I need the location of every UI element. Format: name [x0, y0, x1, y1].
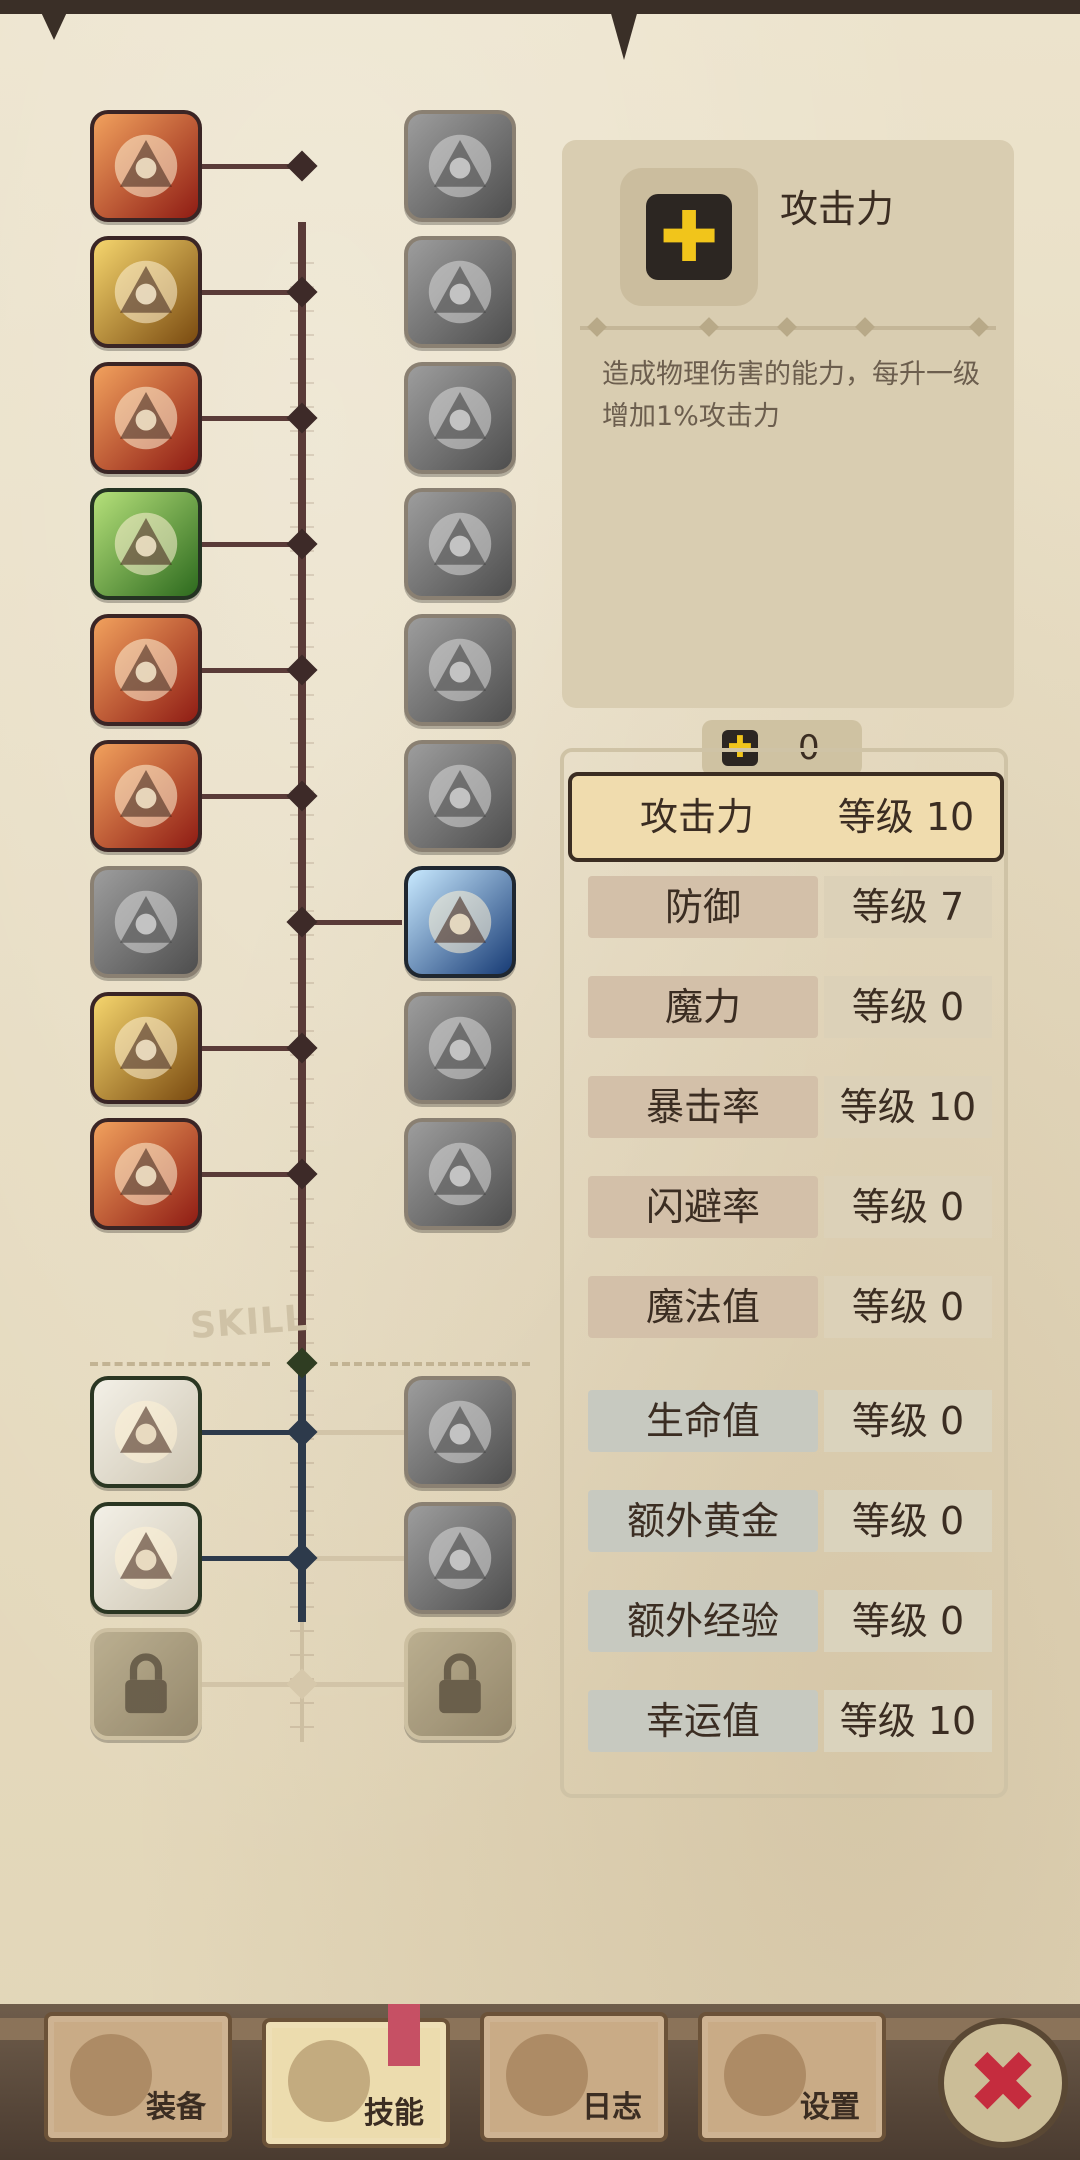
hand-chest-tool-icon[interactable] — [90, 1502, 202, 1614]
stat-level: 等级 0 — [824, 1490, 992, 1552]
divider-diamond — [969, 317, 989, 337]
stat-name: 额外黄金 — [588, 1490, 818, 1552]
skill-section-label: SKILL — [188, 1297, 310, 1348]
stat-name: 暴击率 — [588, 1076, 818, 1138]
stat-row[interactable]: 幸运值 等级 10 — [578, 1684, 998, 1758]
stat-name: 生命值 — [588, 1390, 818, 1452]
stat-row[interactable]: 额外黄金 等级 0 — [578, 1484, 998, 1558]
stat-name: 幸运值 — [588, 1690, 818, 1752]
divider-diamond — [777, 317, 797, 337]
tab-label: 日志 — [582, 2090, 642, 2125]
divider-diamond — [855, 317, 875, 337]
roar-skill-icon[interactable] — [90, 362, 202, 474]
stat-level: 等级 0 — [824, 1390, 992, 1452]
locked-slot-icon[interactable] — [404, 1628, 516, 1740]
tab-book[interactable]: 日志 — [480, 2012, 668, 2142]
eye-vortex-skill-icon[interactable] — [404, 740, 516, 852]
stat-name: 攻击力 — [639, 795, 754, 839]
shadow-skill-icon[interactable] — [90, 866, 202, 978]
tree-node — [286, 150, 318, 182]
muscle-skill-icon[interactable] — [90, 488, 202, 600]
stat-level: 等级 10 — [837, 795, 975, 839]
explosion-skill-icon[interactable] — [404, 614, 516, 726]
skill-tree: SKILL — [0, 0, 560, 1820]
dagger-skill-icon[interactable] — [90, 740, 202, 852]
tree-branch — [306, 1430, 404, 1435]
stat-level: 等级 0 — [824, 1176, 992, 1238]
stats-list: 攻击力 等级 10 防御 等级 7 魔力 等级 0 暴击率 等级 10 闪避率 等级 0 魔法值 等级… — [560, 748, 1008, 1798]
stat-name: 额外经验 — [588, 1590, 818, 1652]
skill-info-panel: ✚ 攻击力 造成物理伤害的能力，每升一级增加1%攻击力 — [562, 140, 1014, 708]
charge-skill-icon[interactable] — [404, 488, 516, 600]
axe-icon — [70, 2034, 152, 2116]
top-border-shard — [610, 10, 638, 60]
locked-slot-icon[interactable] — [90, 1628, 202, 1740]
stat-level: 等级 0 — [824, 1590, 992, 1652]
stat-row[interactable]: 生命值 等级 0 — [578, 1384, 998, 1458]
bookmark-ribbon — [388, 2004, 420, 2066]
divider-diamond — [587, 317, 607, 337]
shield-skill-icon[interactable] — [404, 110, 516, 222]
stat-name: 闪避率 — [588, 1176, 818, 1238]
eye-box-tool-icon[interactable] — [404, 1502, 516, 1614]
stat-level: 等级 10 — [824, 1690, 992, 1752]
skill-divider — [90, 1362, 270, 1366]
sparkle-skill-icon[interactable] — [404, 1118, 516, 1230]
stat-row[interactable]: 魔法值 等级 0 — [578, 1270, 998, 1344]
tab-label: 装备 — [146, 2090, 206, 2125]
stat-name: 魔力 — [588, 976, 818, 1038]
selected-stat-title: 攻击力 — [780, 187, 895, 231]
close-button[interactable]: ✖ — [938, 2018, 1068, 2148]
book-icon — [506, 2034, 588, 2116]
tree-trunk-tools — [298, 1364, 306, 1622]
thunder-skill-icon[interactable] — [404, 362, 516, 474]
blade-spin-skill-icon[interactable] — [90, 614, 202, 726]
stat-level: 等级 7 — [824, 876, 992, 938]
eye-chest-tool-icon[interactable] — [404, 1376, 516, 1488]
skill-divider — [330, 1362, 530, 1366]
stat-level: 等级 10 — [824, 1076, 992, 1138]
stat-name: 魔法值 — [588, 1276, 818, 1338]
selected-stat-description: 造成物理伤害的能力，每升一级增加1%攻击力 — [602, 359, 980, 432]
tab-gear[interactable]: 设置 — [698, 2012, 886, 2142]
stat-row[interactable]: 魔力 等级 0 — [578, 970, 998, 1044]
crossed-swords-skill-icon[interactable] — [90, 1118, 202, 1230]
close-icon: ✖ — [966, 2033, 1040, 2133]
stat-row[interactable]: 闪避率 等级 0 — [578, 1170, 998, 1244]
stat-row[interactable]: 额外经验 等级 0 — [578, 1584, 998, 1658]
smoke-skill-icon[interactable] — [404, 992, 516, 1104]
tab-skill[interactable]: 技能 — [262, 2004, 450, 2148]
lightning-burst-skill-icon[interactable] — [90, 992, 202, 1104]
stat-row[interactable]: 防御 等级 7 — [578, 870, 998, 944]
plus-icon: ✚ — [646, 194, 732, 280]
stat-row[interactable]: 攻击力 等级 10 — [568, 772, 1004, 862]
tab-label: 设置 — [800, 2090, 860, 2125]
selected-stat-icon: ✚ — [620, 168, 758, 306]
stat-name: 防御 — [588, 876, 818, 938]
stat-level: 等级 0 — [824, 1276, 992, 1338]
punch-skill-icon[interactable] — [404, 236, 516, 348]
dash-strike-skill-icon[interactable] — [90, 236, 202, 348]
magnet-chest-tool-icon[interactable] — [90, 1376, 202, 1488]
tab-label: 技能 — [364, 2096, 424, 2131]
divider-diamond — [699, 317, 719, 337]
stat-row[interactable]: 暴击率 等级 10 — [578, 1070, 998, 1144]
tree-branch — [306, 1682, 404, 1687]
gear-icon — [724, 2034, 806, 2116]
tree-branch — [306, 1556, 404, 1561]
skill-icon — [288, 2040, 370, 2122]
cleaver-skill-icon[interactable] — [90, 110, 202, 222]
sword-slash-skill-icon[interactable] — [404, 866, 516, 978]
tab-axe[interactable]: 装备 — [44, 2012, 232, 2142]
stat-level: 等级 0 — [824, 976, 992, 1038]
